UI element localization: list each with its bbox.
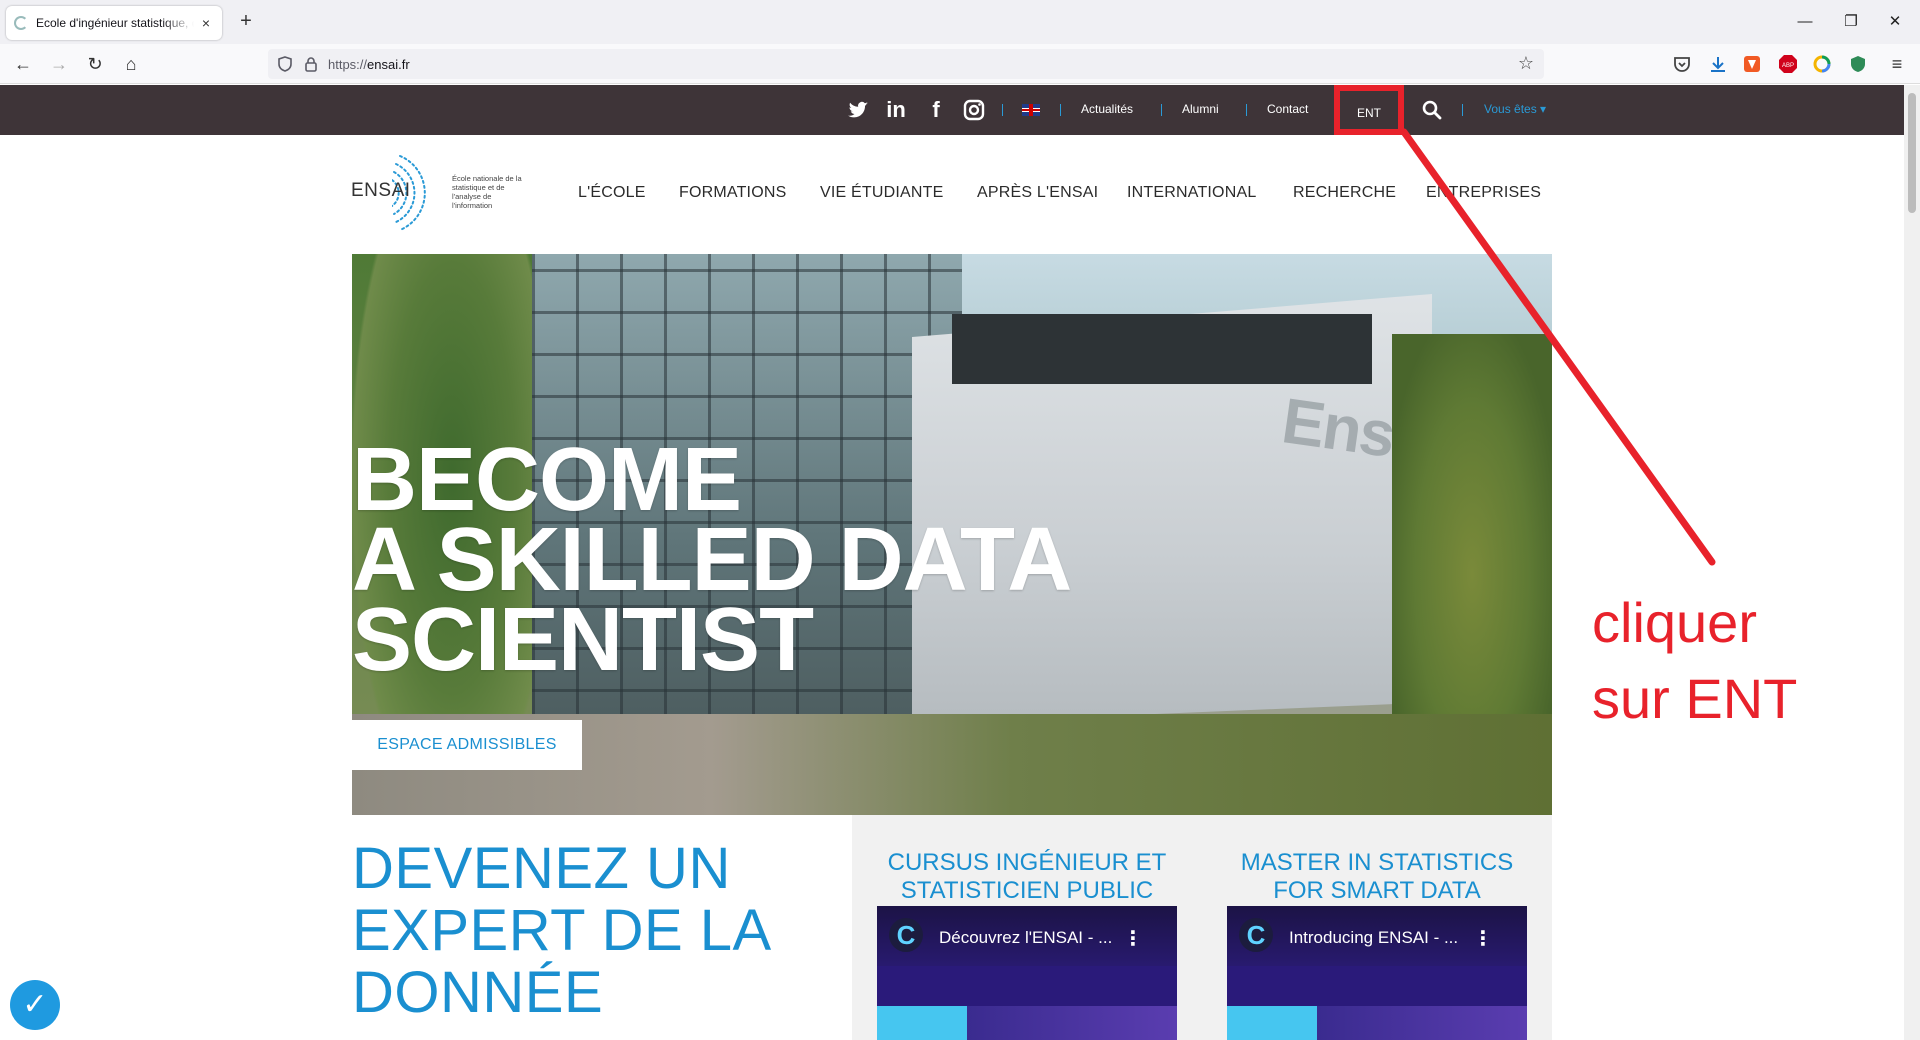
annotation-line: sur ENT (1592, 667, 1798, 730)
annotation-arrow (1400, 128, 1716, 566)
annotation-line: cliquer (1592, 591, 1757, 654)
annotation-text: cliquer sur ENT (1592, 585, 1797, 737)
